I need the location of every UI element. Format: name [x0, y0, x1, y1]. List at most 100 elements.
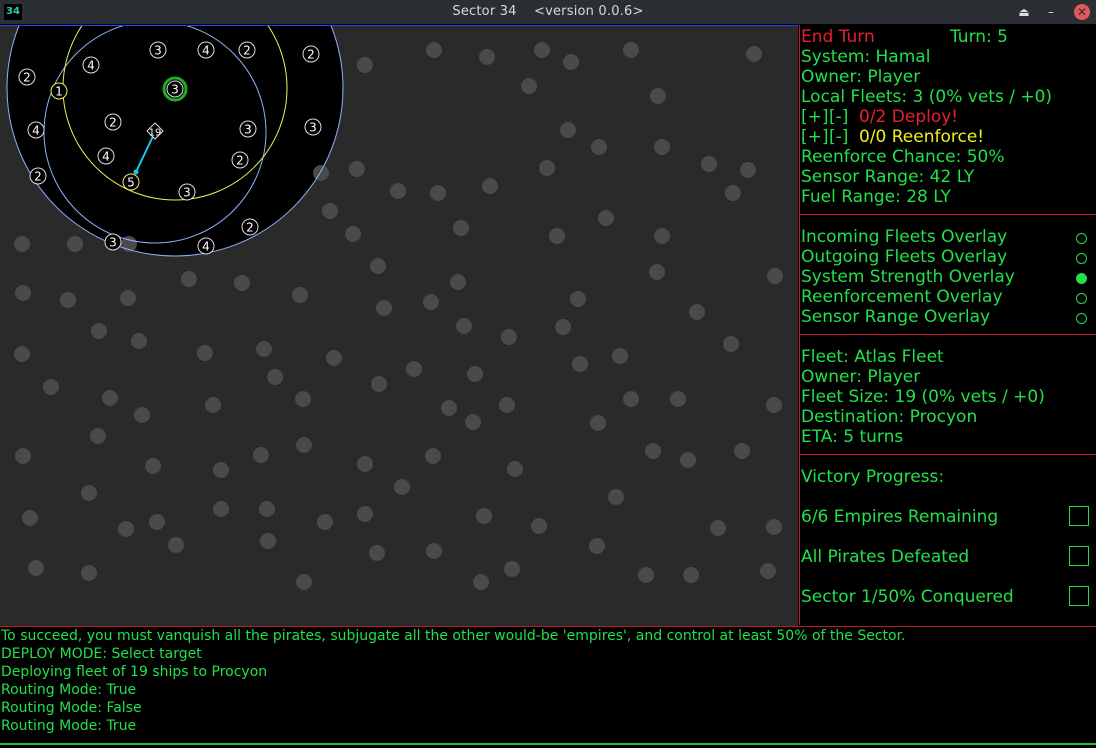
deploy-plus-button[interactable]: [+] [801, 107, 829, 127]
system-strength-label[interactable]: 19 [149, 128, 162, 139]
unexplored-star [680, 452, 696, 468]
overlay-outgoing[interactable]: Outgoing Fleets Overlay [801, 247, 1007, 267]
unexplored-star [623, 391, 639, 407]
unexplored-star [43, 379, 59, 395]
unexplored-star [91, 323, 107, 339]
unexplored-star [317, 514, 333, 530]
info-panel: End Turn Turn: 5 System: Hamal Owner: Pl… [799, 25, 1096, 625]
system-strength-label[interactable]: 2 [236, 154, 244, 168]
system-strength-label[interactable]: 3 [183, 186, 191, 200]
unexplored-star [589, 538, 605, 554]
unexplored-star [531, 518, 547, 534]
overlay-outgoing-radio[interactable] [1076, 253, 1087, 264]
victory-empires-checkbox [1069, 506, 1089, 526]
system-strength-label[interactable]: 4 [202, 240, 210, 254]
fleet-name: Fleet: Atlas Fleet [801, 347, 944, 367]
unexplored-star [608, 489, 624, 505]
unexplored-star [549, 228, 565, 244]
system-strength-label[interactable]: 5 [127, 176, 135, 190]
minimize-button[interactable]: – [1042, 3, 1060, 21]
end-turn-button[interactable]: End Turn [801, 27, 875, 47]
galaxy-map-canvas[interactable]: 3 4 2 2 2 4 1 3 4 2 3 3 4 2 2 5 3 3 2 4 19 [0, 26, 798, 626]
log-line: Routing Mode: False [1, 700, 142, 716]
overlay-sensor-radio[interactable] [1076, 313, 1087, 324]
overlay-strength-radio[interactable] [1076, 273, 1087, 284]
system-strength-label[interactable]: 3 [309, 121, 317, 135]
fleet-section: Fleet: Atlas Fleet Owner: Player Fleet S… [800, 334, 1096, 447]
eject-button[interactable]: ⏏ [1015, 3, 1033, 21]
overlay-incoming[interactable]: Incoming Fleets Overlay [801, 227, 1007, 247]
fleet-eta: ETA: 5 turns [801, 427, 904, 447]
unexplored-star [612, 348, 628, 364]
unexplored-star [260, 533, 276, 549]
system-strength-label[interactable]: 2 [246, 221, 254, 235]
unexplored-star [766, 397, 782, 413]
overlay-reenforcement-radio[interactable] [1076, 293, 1087, 304]
system-strength-label[interactable]: 4 [202, 44, 210, 58]
unexplored-star [394, 479, 410, 495]
reenforce-plus-button[interactable]: [+] [801, 127, 829, 147]
system-strength-label[interactable]: 3 [171, 83, 179, 97]
unexplored-star [345, 226, 361, 242]
unexplored-star [14, 236, 30, 252]
victory-pirates-checkbox [1069, 546, 1089, 566]
reenforce-minus-button[interactable]: [-] [829, 127, 848, 147]
unexplored-star [67, 236, 83, 252]
unexplored-star [15, 285, 31, 301]
unexplored-star [425, 448, 441, 464]
unexplored-star [322, 203, 338, 219]
window-title: Sector 34 <version 0.0.6> [452, 4, 644, 19]
unexplored-star [234, 275, 250, 291]
unexplored-star [479, 49, 495, 65]
unexplored-star [256, 341, 272, 357]
overlay-reenforcement[interactable]: Reenforcement Overlay [801, 287, 1003, 307]
unexplored-star [725, 185, 741, 201]
unexplored-star [197, 345, 213, 361]
unexplored-star [473, 574, 489, 590]
close-button[interactable]: ✕ [1074, 4, 1090, 20]
unexplored-star [710, 520, 726, 536]
unexplored-star [623, 42, 639, 58]
unexplored-star [501, 329, 517, 345]
galaxy-map[interactable]: 3 4 2 2 2 4 1 3 4 2 3 3 4 2 2 5 3 3 2 4 19 [0, 25, 798, 626]
system-strength-label[interactable]: 4 [32, 124, 40, 138]
system-strength-label[interactable]: 1 [55, 85, 63, 99]
system-strength-label[interactable]: 2 [109, 116, 117, 130]
sensor-range: Sensor Range: 42 LY [801, 167, 975, 187]
unexplored-star [507, 461, 523, 477]
unexplored-star [423, 294, 439, 310]
unexplored-star [426, 543, 442, 559]
unexplored-star [118, 521, 134, 537]
system-strength-label[interactable]: 3 [244, 123, 252, 137]
overlay-sensor[interactable]: Sensor Range Overlay [801, 307, 990, 327]
unexplored-star [15, 448, 31, 464]
log-bottom-border [0, 743, 1096, 745]
message-log: To succeed, you must vanquish all the pi… [0, 626, 1096, 748]
unexplored-star [701, 156, 717, 172]
victory-section: Victory Progress: 6/6 Empires Remaining … [800, 454, 1096, 607]
unexplored-star [441, 400, 457, 416]
fuel-range: Fuel Range: 28 LY [801, 187, 951, 207]
unexplored-star [591, 139, 607, 155]
system-strength-label[interactable]: 2 [34, 170, 42, 184]
system-strength-label[interactable]: 4 [87, 59, 95, 73]
log-line: Deploying fleet of 19 ships to Procyon [1, 664, 268, 680]
reenforce-status: 0/0 Reenforce! [859, 127, 985, 147]
log-line: Routing Mode: True [1, 718, 137, 734]
system-strength-label[interactable]: 2 [23, 71, 31, 85]
unexplored-star [683, 567, 699, 583]
unexplored-star [259, 501, 275, 517]
system-strength-label[interactable]: 2 [243, 44, 251, 58]
unexplored-star [168, 537, 184, 553]
overlay-strength[interactable]: System Strength Overlay [801, 267, 1015, 287]
system-strength-label[interactable]: 4 [102, 150, 110, 164]
overlay-incoming-radio[interactable] [1076, 233, 1087, 244]
system-strength-label[interactable]: 2 [307, 48, 315, 62]
unexplored-star [654, 228, 670, 244]
deploy-minus-button[interactable]: [-] [829, 107, 848, 127]
unexplored-star [102, 390, 118, 406]
system-strength-label[interactable]: 3 [109, 236, 117, 250]
victory-sector-checkbox [1069, 586, 1089, 606]
system-strength-label[interactable]: 3 [154, 44, 162, 58]
unexplored-star [560, 122, 576, 138]
